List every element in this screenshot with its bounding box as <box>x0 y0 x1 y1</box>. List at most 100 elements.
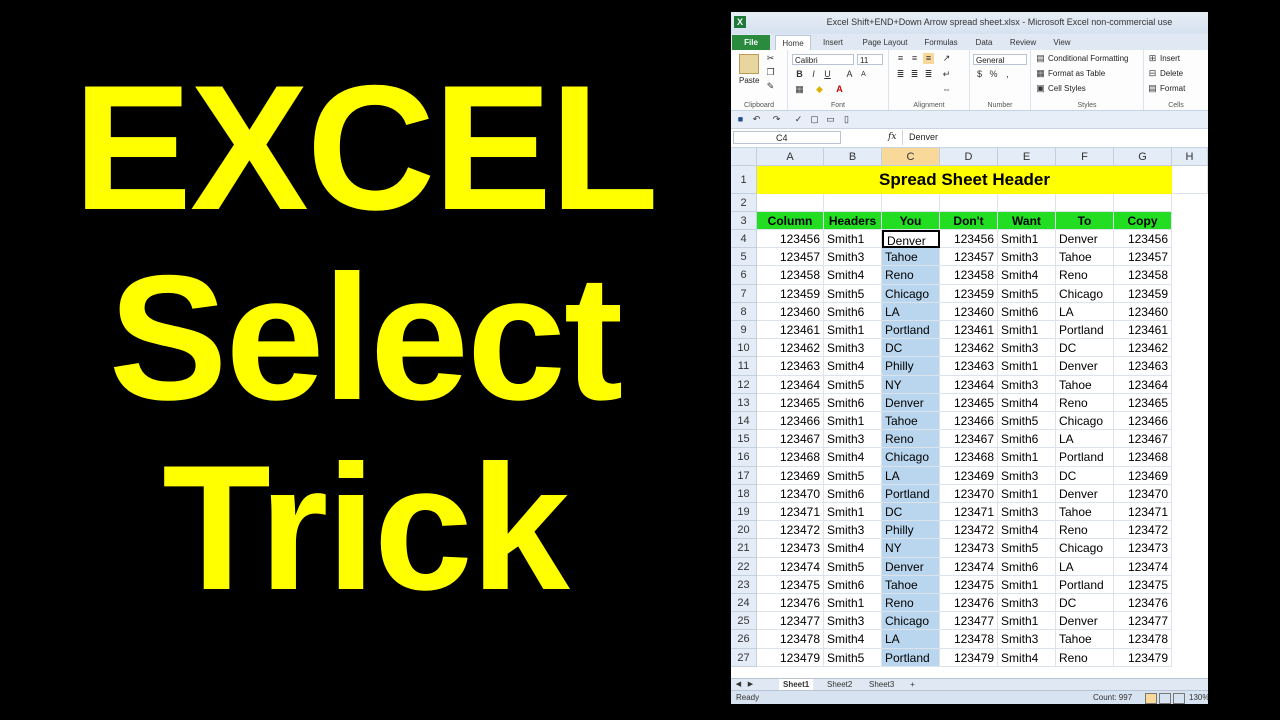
table-cell[interactable]: Chicago <box>1056 412 1114 431</box>
row-header[interactable]: 10 <box>731 339 757 358</box>
table-cell[interactable]: Smith5 <box>998 539 1056 558</box>
table-cell[interactable]: Smith1 <box>998 357 1056 376</box>
table-cell[interactable]: Smith4 <box>824 539 882 558</box>
active-cell[interactable]: Denver <box>882 230 940 249</box>
row-header[interactable]: 12 <box>731 375 757 394</box>
table-cell[interactable]: 123461 <box>757 321 824 340</box>
table-cell[interactable]: 123465 <box>940 393 998 412</box>
table-cell[interactable]: 123469 <box>1114 466 1172 485</box>
table-cell[interactable]: Reno <box>882 266 940 285</box>
paste-icon[interactable] <box>739 54 759 74</box>
delete-cells-button[interactable]: Delete <box>1160 69 1183 78</box>
table-cell[interactable]: 123478 <box>1114 630 1172 649</box>
table-cell[interactable]: 123473 <box>757 539 824 558</box>
table-cell[interactable]: LA <box>1056 557 1114 576</box>
table-cell[interactable]: 123462 <box>757 339 824 358</box>
table-cell[interactable]: Smith5 <box>824 557 882 576</box>
table-cell[interactable]: Reno <box>1056 266 1114 285</box>
table-cell[interactable]: Smith3 <box>824 612 882 631</box>
empty-cell[interactable] <box>940 194 998 213</box>
sheet-nav-first-icon[interactable]: ◀ <box>733 679 744 690</box>
table-cell[interactable]: 123479 <box>940 648 998 667</box>
row-header[interactable]: 19 <box>731 503 757 522</box>
table-cell[interactable]: 123463 <box>940 357 998 376</box>
table-cell[interactable]: 123456 <box>757 230 824 249</box>
formula-input[interactable]: Denver <box>902 130 1206 145</box>
align-middle-icon[interactable]: ≡ <box>909 53 920 64</box>
table-cell[interactable]: 123460 <box>940 302 998 321</box>
tab-home[interactable]: Home <box>775 35 811 51</box>
orientation-icon[interactable]: ↗ <box>941 53 952 64</box>
table-cell[interactable]: Chicago <box>882 284 940 303</box>
table-cell[interactable]: 123475 <box>1114 575 1172 594</box>
table-cell[interactable]: Reno <box>882 430 940 449</box>
table-cell[interactable]: 123465 <box>1114 393 1172 412</box>
table-cell[interactable]: 123461 <box>1114 321 1172 340</box>
table-cell[interactable]: 123476 <box>757 594 824 613</box>
page-break-view-icon[interactable] <box>1173 693 1185 704</box>
table-cell[interactable]: Tahoe <box>1056 503 1114 522</box>
table-cell[interactable]: 123474 <box>940 557 998 576</box>
table-cell[interactable]: Smith5 <box>824 284 882 303</box>
bold-button[interactable]: B <box>794 69 805 80</box>
table-cell[interactable]: 123468 <box>757 448 824 467</box>
table-cell[interactable]: NY <box>882 375 940 394</box>
table-cell[interactable]: 123472 <box>757 521 824 540</box>
tab-page-layout[interactable]: Page Layout <box>857 35 913 50</box>
page-layout-view-icon[interactable] <box>1159 693 1171 704</box>
table-cell[interactable]: Smith3 <box>824 521 882 540</box>
table-cell[interactable]: Smith5 <box>998 284 1056 303</box>
table-cell[interactable]: LA <box>882 466 940 485</box>
table-cell[interactable]: Smith4 <box>824 630 882 649</box>
table-cell[interactable]: 123479 <box>1114 648 1172 667</box>
table-cell[interactable]: 123477 <box>1114 612 1172 631</box>
table-cell[interactable]: DC <box>882 339 940 358</box>
font-color-icon[interactable]: A <box>834 84 845 95</box>
row-header[interactable]: 11 <box>731 357 757 376</box>
table-cell[interactable]: 123458 <box>1114 266 1172 285</box>
table-cell[interactable]: Smith4 <box>824 266 882 285</box>
table-cell[interactable]: 123473 <box>940 539 998 558</box>
table-cell[interactable]: 123467 <box>757 430 824 449</box>
format-as-table-button[interactable]: Format as Table <box>1048 69 1105 78</box>
number-format-select[interactable]: General <box>973 54 1027 65</box>
table-cell[interactable]: Smith4 <box>998 266 1056 285</box>
table-cell[interactable]: Tahoe <box>1056 248 1114 267</box>
row-header[interactable]: 17 <box>731 466 757 485</box>
table-cell[interactable]: Smith1 <box>998 612 1056 631</box>
table-cell[interactable]: Reno <box>882 594 940 613</box>
table-cell[interactable]: Reno <box>1056 648 1114 667</box>
fill-color-icon[interactable]: ◆ <box>814 84 825 95</box>
table-cell[interactable]: Smith3 <box>824 248 882 267</box>
wrap-text-icon[interactable]: ↵ <box>941 69 952 80</box>
table-cell[interactable]: Denver <box>1056 230 1114 249</box>
table-cell[interactable]: LA <box>882 302 940 321</box>
table-cell[interactable]: Portland <box>1056 575 1114 594</box>
table-cell[interactable]: Smith6 <box>998 302 1056 321</box>
table-cell[interactable]: Smith1 <box>998 321 1056 340</box>
table-cell[interactable]: 123466 <box>1114 412 1172 431</box>
table-cell[interactable]: Smith5 <box>824 375 882 394</box>
sheet-nav-last-icon[interactable]: ▶ <box>745 679 756 690</box>
format-painter-icon[interactable]: ✎ <box>765 81 776 92</box>
table-cell[interactable]: Smith1 <box>998 484 1056 503</box>
conditional-formatting-button[interactable]: Conditional Formatting <box>1048 54 1128 63</box>
row-header[interactable]: 13 <box>731 393 757 412</box>
empty-cell[interactable] <box>1172 166 1208 194</box>
paste-button[interactable]: Paste <box>739 76 759 85</box>
table-cell[interactable]: Smith3 <box>998 594 1056 613</box>
table-cell[interactable]: 123477 <box>940 612 998 631</box>
table-cell[interactable]: 123472 <box>940 521 998 540</box>
table-cell[interactable]: Smith5 <box>998 412 1056 431</box>
table-cell[interactable]: Smith3 <box>998 630 1056 649</box>
underline-button[interactable]: U <box>822 69 833 80</box>
shrink-font-icon[interactable]: A <box>858 69 869 80</box>
empty-cell[interactable] <box>998 194 1056 213</box>
table-cell[interactable]: Smith1 <box>824 503 882 522</box>
empty-cell[interactable] <box>757 194 824 213</box>
row-header[interactable]: 16 <box>731 448 757 467</box>
row-header[interactable]: 15 <box>731 430 757 449</box>
table-cell[interactable]: Smith6 <box>998 430 1056 449</box>
column-header-b[interactable]: B <box>824 148 882 166</box>
table-cell[interactable]: 123476 <box>1114 594 1172 613</box>
